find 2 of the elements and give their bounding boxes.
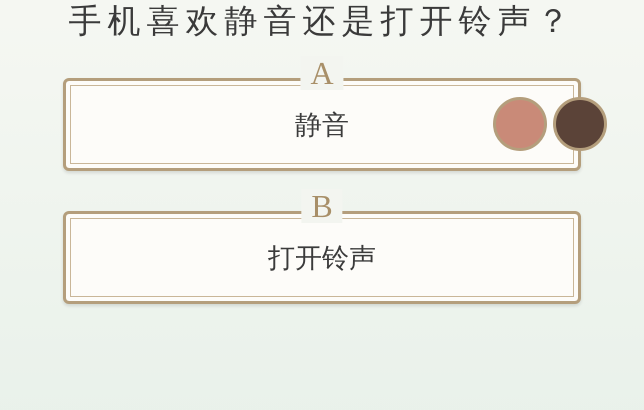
question-text: 手机喜欢静音还是打开铃声？	[68, 0, 576, 42]
option-letter: B	[301, 189, 343, 223]
